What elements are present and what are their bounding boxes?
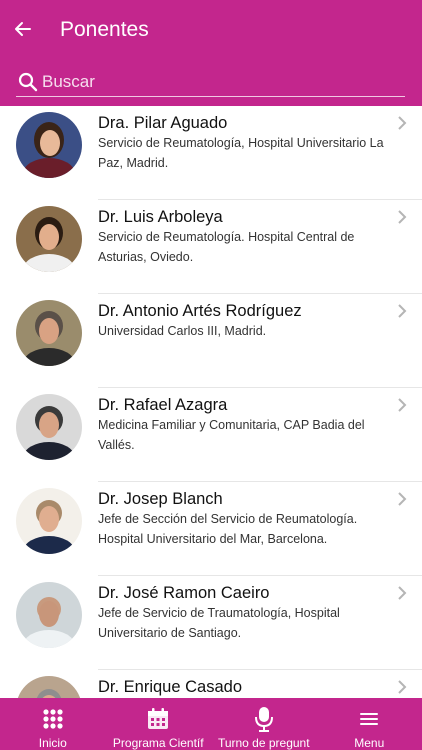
speaker-name: Dra. Pilar Aguado bbox=[98, 114, 228, 132]
avatar bbox=[16, 394, 82, 460]
microphone-icon bbox=[251, 706, 277, 732]
speaker-name: Dr. Josep Blanch bbox=[98, 490, 223, 508]
tab-label: Programa Científ bbox=[112, 736, 204, 750]
page-title: Ponentes bbox=[60, 18, 149, 41]
chevron-right-icon bbox=[398, 210, 407, 224]
avatar bbox=[16, 300, 82, 366]
speaker-name: Dr. Antonio Artés Rodríguez bbox=[98, 302, 302, 320]
speaker-list: Dra. Pilar Aguado Servicio de Reumatolog… bbox=[0, 106, 422, 698]
tab-menu[interactable]: Menu bbox=[317, 698, 422, 750]
chevron-right-icon bbox=[398, 586, 407, 600]
bottom-tab-bar: Inicio Programa Científ Turno de pregunt… bbox=[0, 698, 422, 750]
tab-label: Menu bbox=[354, 736, 385, 750]
speaker-name: Dr. José Ramon Caeiro bbox=[98, 584, 270, 602]
tab-turno-de-preguntas[interactable]: Turno de pregunt bbox=[211, 698, 317, 750]
chevron-right-icon bbox=[398, 398, 407, 412]
list-item[interactable]: Dr. Antonio Artés Rodríguez Universidad … bbox=[0, 294, 422, 388]
speaker-name: Dr. Luis Arboleya bbox=[98, 208, 223, 226]
chevron-right-icon bbox=[398, 680, 407, 694]
avatar bbox=[16, 676, 82, 698]
app-header: Ponentes bbox=[0, 0, 422, 106]
speaker-description: Jefe de Servicio de Traumatología, Hospi… bbox=[98, 606, 340, 640]
speaker-description: Jefe de Sección del Servicio de Reumatol… bbox=[98, 512, 358, 546]
tab-label: Turno de pregunt bbox=[217, 736, 310, 750]
speaker-description: Universidad Carlos III, Madrid. bbox=[98, 324, 267, 338]
back-button[interactable] bbox=[10, 16, 36, 42]
avatar bbox=[16, 488, 82, 554]
speaker-name: Dr. Rafael Azagra bbox=[98, 396, 228, 414]
tab-inicio[interactable]: Inicio bbox=[0, 698, 106, 750]
chevron-right-icon bbox=[398, 492, 407, 506]
speaker-name: Dr. Enrique Casado bbox=[98, 678, 242, 696]
arrow-left-icon bbox=[15, 22, 31, 36]
search-input[interactable] bbox=[42, 67, 405, 96]
speaker-description: Medicina Familiar y Comunitaria, CAP Bad… bbox=[98, 418, 365, 452]
list-item[interactable]: Dr. Luis Arboleya Servicio de Reumatolog… bbox=[0, 200, 422, 294]
tab-programa-cientifico[interactable]: Programa Científ bbox=[106, 698, 212, 750]
search-icon bbox=[18, 71, 40, 93]
avatar bbox=[16, 582, 82, 648]
search-bar bbox=[16, 67, 405, 97]
chevron-right-icon bbox=[398, 304, 407, 318]
list-item[interactable]: Dra. Pilar Aguado Servicio de Reumatolog… bbox=[0, 106, 422, 200]
calendar-icon bbox=[145, 706, 171, 732]
avatar bbox=[16, 206, 82, 272]
menu-icon bbox=[356, 706, 382, 732]
speaker-description: Servicio de Reumatología, Hospital Unive… bbox=[98, 136, 384, 170]
chevron-right-icon bbox=[398, 116, 407, 130]
list-item[interactable]: Dr. Rafael Azagra Medicina Familiar y Co… bbox=[0, 388, 422, 482]
list-item[interactable]: Dr. Josep Blanch Jefe de Sección del Ser… bbox=[0, 482, 422, 576]
avatar bbox=[16, 112, 82, 178]
tab-label: Inicio bbox=[38, 736, 67, 750]
list-item[interactable]: Dr. Enrique Casado bbox=[0, 670, 422, 698]
list-item[interactable]: Dr. José Ramon Caeiro Jefe de Servicio d… bbox=[0, 576, 422, 670]
speaker-description: Servicio de Reumatología. Hospital Centr… bbox=[98, 230, 355, 264]
grid-icon bbox=[40, 706, 66, 732]
